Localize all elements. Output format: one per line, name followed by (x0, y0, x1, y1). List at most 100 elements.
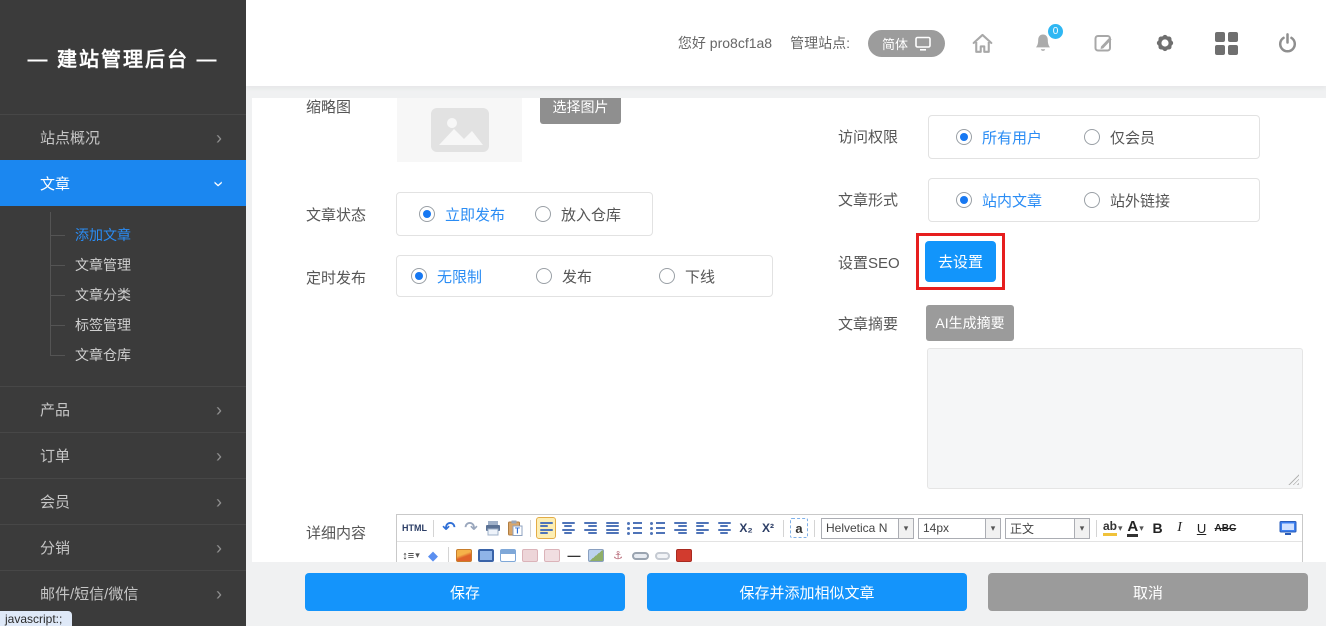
sidebar-item-orders[interactable]: 订单 (0, 432, 246, 478)
radio-unchecked-icon[interactable] (535, 206, 551, 222)
toolbar-divider (814, 520, 815, 537)
table-icon[interactable] (499, 546, 517, 563)
topbar: 您好 pro8cf1a8 管理站点: 简体 0 (246, 0, 1326, 86)
video-icon[interactable] (477, 546, 495, 563)
edit-icon[interactable] (1091, 30, 1117, 56)
align-left-icon[interactable] (537, 518, 555, 538)
radio-checked-icon[interactable] (956, 192, 972, 208)
chevron-right-icon (216, 129, 222, 147)
home-icon[interactable] (969, 30, 995, 56)
special-char-icon[interactable] (543, 546, 561, 563)
font-color-icon[interactable]: A▾ (1127, 518, 1145, 538)
align-right-icon[interactable] (581, 518, 599, 538)
html-source-button[interactable]: HTML (402, 518, 427, 538)
radio-unchecked-icon[interactable] (1084, 192, 1100, 208)
align-justify-icon[interactable] (603, 518, 621, 538)
font-size-select[interactable]: 14px▾ (918, 518, 1001, 539)
radio-checked-icon[interactable] (956, 129, 972, 145)
select-image-button[interactable]: 选择图片 (540, 98, 621, 124)
font-family-select[interactable]: Helvetica N▾ (821, 518, 914, 539)
radio-unchecked-icon[interactable] (536, 268, 552, 284)
submenu-item-article-category[interactable]: 文章分类 (0, 280, 246, 310)
link-icon[interactable] (631, 546, 649, 563)
articles-submenu: 添加文章 文章管理 文章分类 标签管理 文章仓库 (0, 206, 246, 386)
italic-icon[interactable]: I (1171, 518, 1189, 538)
print-icon[interactable] (484, 518, 502, 538)
sidebar-item-articles[interactable]: 文章 (0, 160, 246, 206)
topbar-icons: 0 (969, 30, 1300, 56)
image-icon[interactable] (455, 546, 473, 563)
save-button[interactable]: 保存 (305, 573, 625, 611)
paragraph-select[interactable]: 正文▾ (1005, 518, 1090, 539)
radio-option-publish-now[interactable]: 立即发布 (419, 204, 505, 225)
radio-option-to-warehouse[interactable]: 放入仓库 (535, 204, 621, 225)
indent-icon[interactable] (693, 518, 711, 538)
main-area: 您好 pro8cf1a8 管理站点: 简体 0 (246, 0, 1326, 626)
ordered-list-icon[interactable] (625, 518, 644, 538)
bold-icon[interactable]: B (1149, 518, 1167, 538)
select-all-icon[interactable]: a (790, 518, 808, 538)
power-icon[interactable] (1274, 30, 1300, 56)
radio-option-members-only[interactable]: 仅会员 (1084, 127, 1155, 148)
underline-icon[interactable]: U (1193, 518, 1211, 538)
line-height-icon[interactable]: ↕≡▾ (402, 546, 420, 563)
image-placeholder-icon (431, 108, 489, 152)
map-icon[interactable] (587, 546, 605, 563)
radio-option-onsite-article[interactable]: 站内文章 (956, 190, 1084, 211)
radio-option-offline[interactable]: 下线 (659, 266, 715, 287)
bell-icon[interactable]: 0 (1030, 30, 1056, 56)
sidebar-item-members[interactable]: 会员 (0, 478, 246, 524)
status-link-tooltip: javascript:; (0, 611, 72, 626)
gear-icon[interactable] (1152, 30, 1178, 56)
radio-option-all-users[interactable]: 所有用户 (956, 127, 1084, 148)
cancel-button[interactable]: 取消 (988, 573, 1308, 611)
first-line-indent-icon[interactable] (671, 518, 689, 538)
radio-checked-icon[interactable] (419, 206, 435, 222)
submenu-item-article-warehouse[interactable]: 文章仓库 (0, 340, 246, 370)
grid-icon[interactable] (1213, 30, 1239, 56)
radio-unchecked-icon[interactable] (659, 268, 675, 284)
submenu-item-add-article[interactable]: 添加文章 (0, 220, 246, 250)
radio-option-external-link[interactable]: 站外链接 (1084, 190, 1170, 211)
paste-text-icon[interactable]: T (506, 518, 524, 538)
save-and-add-similar-button[interactable]: 保存并添加相似文章 (647, 573, 967, 611)
toolbar-divider (448, 547, 449, 562)
submenu-item-tag-manage[interactable]: 标签管理 (0, 310, 246, 340)
align-center-icon[interactable] (559, 518, 577, 538)
eraser-icon[interactable]: ◆ (424, 546, 442, 563)
sidebar-item-distribution[interactable]: 分销 (0, 524, 246, 570)
superscript-icon[interactable]: X² (759, 518, 777, 538)
sidebar-item-products[interactable]: 产品 (0, 386, 246, 432)
app-logo: — 建站管理后台 — (0, 0, 246, 114)
undo-icon[interactable]: ↶ (440, 518, 458, 538)
unlink-icon[interactable] (653, 546, 671, 563)
radio-unchecked-icon[interactable] (1084, 129, 1100, 145)
radio-option-publish[interactable]: 发布 (536, 266, 659, 287)
submenu-item-article-manage[interactable]: 文章管理 (0, 250, 246, 280)
highlight-color-icon[interactable]: ab▾ (1103, 518, 1123, 538)
radio-option-unlimited[interactable]: 无限制 (411, 266, 536, 287)
sidebar-item-mail-sms-wechat[interactable]: 邮件/短信/微信 (0, 570, 246, 616)
go-set-seo-button[interactable]: 去设置 (925, 241, 996, 282)
summary-textarea[interactable] (927, 348, 1303, 489)
editor-toolbar-row1: HTML ↶ ↷ T (397, 515, 1302, 542)
access-label: 访问权限 (838, 126, 898, 147)
unordered-list-icon[interactable] (648, 518, 667, 538)
outdent-icon[interactable] (715, 518, 733, 538)
thumbnail-label: 缩略图 (306, 98, 351, 117)
radio-checked-icon[interactable] (411, 268, 427, 284)
thumbnail-placeholder[interactable] (397, 98, 522, 162)
horizontal-rule-icon[interactable]: — (565, 546, 583, 563)
fullscreen-icon[interactable] (1279, 518, 1297, 538)
subscript-icon[interactable]: X₂ (737, 518, 755, 538)
language-toggle-button[interactable]: 简体 (868, 30, 945, 57)
page-break-icon[interactable] (521, 546, 539, 563)
pdf-icon[interactable] (675, 546, 693, 563)
ai-generate-summary-button[interactable]: AI生成摘要 (926, 305, 1014, 341)
anchor-icon[interactable]: ⚓ (609, 546, 627, 563)
sidebar-item-site-overview[interactable]: 站点概况 (0, 114, 246, 160)
content-label: 详细内容 (306, 522, 366, 543)
strikethrough-icon[interactable]: ABC (1215, 518, 1237, 538)
article-status-label: 文章状态 (306, 204, 366, 225)
redo-icon[interactable]: ↷ (462, 518, 480, 538)
